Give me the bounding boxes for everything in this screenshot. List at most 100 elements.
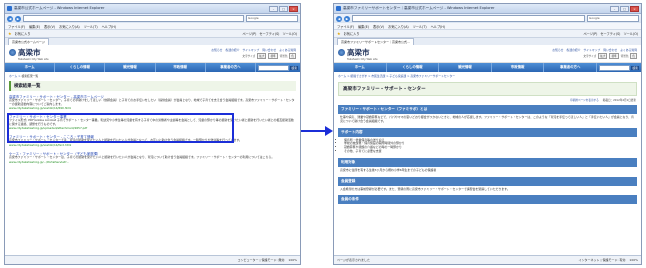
favorites-label[interactable]: お気に入り bbox=[15, 31, 31, 36]
site-header: 高梁市 Takahashi City Web site お知らせ 各課の紹介 サ… bbox=[5, 45, 300, 63]
menu-edit[interactable]: 編集(E) bbox=[29, 24, 40, 29]
menu-tools[interactable]: ツール(T) bbox=[84, 24, 98, 29]
gnav-city[interactable]: 市政情報 bbox=[156, 63, 206, 72]
list-item: その他、子育てに必要な支援 bbox=[344, 149, 635, 154]
util-link[interactable]: 各課の紹介 bbox=[566, 48, 580, 52]
page-menu[interactable]: ページ(P) bbox=[583, 31, 597, 36]
tab-active[interactable]: 高梁市ファミリーサポートセンター｜高梁市公式... bbox=[337, 38, 414, 45]
site-search-button[interactable]: 検索 bbox=[290, 65, 299, 70]
font-standard-button[interactable]: 標準 bbox=[268, 53, 278, 59]
font-standard-button[interactable]: 標準 bbox=[609, 53, 619, 59]
forward-arrow-icon[interactable]: ▶ bbox=[15, 15, 21, 22]
site-search-button[interactable]: 検索 bbox=[631, 65, 639, 70]
gnav-city[interactable]: 市政情報 bbox=[492, 63, 545, 72]
bg-color-button[interactable]: 色 bbox=[630, 53, 637, 59]
city-emblem-icon bbox=[9, 48, 16, 56]
forward-arrow-icon[interactable]: ▶ bbox=[344, 15, 350, 22]
font-enlarge-button[interactable]: 拡大 bbox=[598, 53, 608, 59]
util-link[interactable]: 問い合わせ bbox=[603, 48, 617, 52]
menu-tools[interactable]: ツール(T) bbox=[413, 24, 427, 29]
util-link[interactable]: よくある質問 bbox=[620, 48, 637, 52]
tab-active[interactable]: 高梁市公式ホームページ bbox=[8, 38, 49, 45]
gnav-business[interactable]: 事業者の方へ bbox=[544, 63, 597, 72]
address-bar: ◀ ▶ Google bbox=[334, 14, 641, 23]
breadcrumb: ホーム > 検索結果一覧 bbox=[9, 74, 39, 78]
result-url: www.city.takahashi.lg.jp/.../PortalServl… bbox=[9, 159, 70, 164]
page-menu[interactable]: ページ(P) bbox=[242, 31, 256, 36]
util-link[interactable]: よくある質問 bbox=[279, 48, 296, 52]
minimize-button[interactable]: – bbox=[269, 5, 278, 12]
search-result: ケース・ファミリー・サポート・センター（子ども家庭課） 高梁市ファミリー・サポー… bbox=[9, 151, 296, 164]
star-icon[interactable]: ★ bbox=[337, 31, 341, 36]
ie-icon bbox=[336, 6, 341, 11]
close-button[interactable]: × bbox=[289, 5, 298, 12]
gnav-tourism[interactable]: 観光情報 bbox=[439, 63, 492, 72]
page-title: 高梁市ファミリー・サポート・センター bbox=[338, 82, 637, 96]
site-search-input[interactable] bbox=[598, 64, 631, 71]
status-bar: コンピューター | 保護モード: 無効 100% bbox=[5, 255, 300, 264]
arrow-right-icon bbox=[301, 126, 333, 136]
gnav-business[interactable]: 事業者の方へ bbox=[206, 63, 257, 72]
menu-help[interactable]: ヘルプ(H) bbox=[431, 24, 445, 29]
print-page-link[interactable]: 印刷用ページを表示する bbox=[570, 98, 598, 102]
menu-file[interactable]: ファイル(F) bbox=[8, 24, 25, 29]
zoom-level[interactable]: 100% bbox=[288, 258, 297, 262]
site-search: 検索 bbox=[256, 63, 300, 72]
gnav-tourism[interactable]: 観光情報 bbox=[105, 63, 156, 72]
util-link[interactable]: お知らせ bbox=[211, 48, 222, 52]
safety-menu[interactable]: セーフティ(S) bbox=[259, 31, 279, 36]
zoom-level[interactable]: 100% bbox=[629, 258, 638, 262]
favorites-bar: ★ お気に入り ページ(P) セーフティ(S) ツール(O) bbox=[5, 30, 300, 38]
menu-favorites[interactable]: お気に入り(A) bbox=[59, 24, 80, 29]
menu-view[interactable]: 表示(V) bbox=[44, 24, 55, 29]
site-logo[interactable]: 高梁市 Takahashi City Web site bbox=[338, 47, 378, 61]
search-input[interactable]: Google bbox=[246, 15, 298, 22]
site-header: 高梁市 Takahashi City Web site お知らせ 各課の紹介 サ… bbox=[334, 45, 641, 63]
address-input[interactable] bbox=[23, 15, 244, 22]
crumb-current: 検索結果一覧 bbox=[21, 74, 39, 78]
menu-help[interactable]: ヘルプ(H) bbox=[102, 24, 116, 29]
window-title: 高梁市ファミリーサポートセンター｜高梁市公式ホームページ - Windows I… bbox=[343, 6, 495, 10]
tools-menu[interactable]: ツール(O) bbox=[282, 31, 297, 36]
util-link[interactable]: お知らせ bbox=[552, 48, 563, 52]
breadcrumb[interactable]: ホーム > 組織でさがす > 市民生活課 > 子ども家庭課 > 高梁市ファミリー… bbox=[334, 72, 641, 80]
search-input[interactable]: Google bbox=[587, 15, 639, 22]
menu-bar: ファイル(F) 編集(E) 表示(V) お気に入り(A) ツール(T) ヘルプ(… bbox=[5, 23, 300, 30]
close-button[interactable]: × bbox=[630, 5, 639, 12]
star-icon[interactable]: ★ bbox=[8, 31, 12, 36]
page-meta: 印刷用ページを表示する 掲載日：2012年4月1日更新 bbox=[334, 98, 641, 102]
menu-view[interactable]: 表示(V) bbox=[373, 24, 384, 29]
result-snippet: 高梁市ファミリー・サポート・センター。子育ての手助けをしてほしい（依頼会員）と子… bbox=[9, 98, 295, 106]
title-bar: 高梁市ファミリーサポートセンター｜高梁市公式ホームページ - Windows I… bbox=[334, 4, 641, 14]
util-link[interactable]: 各課の紹介 bbox=[225, 48, 239, 52]
tools-menu[interactable]: ツール(O) bbox=[623, 31, 638, 36]
util-link[interactable]: サイトマップ bbox=[583, 48, 600, 52]
menu-file[interactable]: ファイル(F) bbox=[337, 24, 354, 29]
maximize-button[interactable]: □ bbox=[279, 5, 288, 12]
section-heading: 会員の条件 bbox=[338, 195, 637, 205]
menu-favorites[interactable]: お気に入り(A) bbox=[388, 24, 409, 29]
font-enlarge-button[interactable]: 拡大 bbox=[257, 53, 267, 59]
back-arrow-icon[interactable]: ◀ bbox=[336, 15, 342, 22]
minimize-button[interactable]: – bbox=[610, 5, 619, 12]
util-link[interactable]: サイトマップ bbox=[242, 48, 259, 52]
site-search-input[interactable] bbox=[258, 64, 290, 71]
maximize-button[interactable]: □ bbox=[620, 5, 629, 12]
favorites-bar: ★ お気に入り ページ(P) セーフティ(S) ツール(O) bbox=[334, 30, 641, 38]
site-search: 検索 bbox=[597, 63, 641, 72]
menu-edit[interactable]: 編集(E) bbox=[358, 24, 369, 29]
gnav-living[interactable]: くらしの情報 bbox=[55, 63, 106, 72]
util-link[interactable]: 問い合わせ bbox=[262, 48, 276, 52]
favorites-label[interactable]: お気に入り bbox=[344, 31, 360, 36]
gnav-home[interactable]: ホーム bbox=[334, 63, 387, 72]
gnav-home[interactable]: ホーム bbox=[5, 63, 56, 72]
site-logo[interactable]: 高梁市 Takahashi City Web site bbox=[9, 47, 49, 61]
gnav-living[interactable]: くらしの情報 bbox=[387, 63, 440, 72]
global-nav: ホーム くらしの情報 観光情報 市政情報 事業者の方へ 検索 bbox=[5, 63, 300, 72]
safety-menu[interactable]: セーフティ(S) bbox=[600, 31, 620, 36]
publish-date: 掲載日：2012年4月1日更新 bbox=[602, 99, 636, 102]
back-arrow-icon[interactable]: ◀ bbox=[7, 15, 13, 22]
crumb-home[interactable]: ホーム bbox=[9, 74, 17, 78]
address-input[interactable] bbox=[352, 15, 585, 22]
bg-color-button[interactable]: 色 bbox=[289, 53, 296, 59]
